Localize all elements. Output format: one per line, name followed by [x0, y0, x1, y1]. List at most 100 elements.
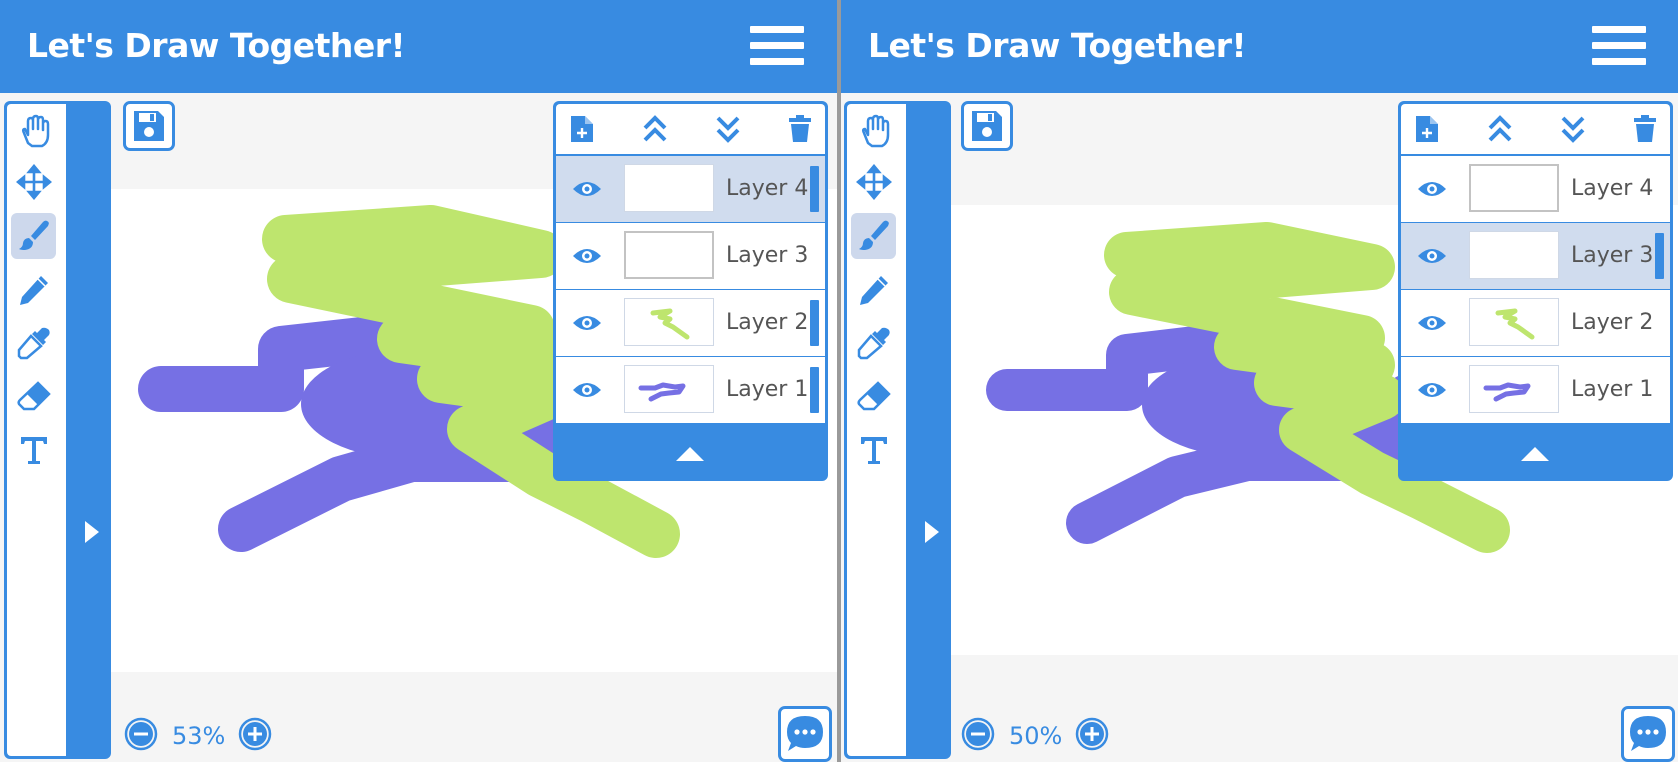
layer-row-2[interactable]: Layer 2 — [1401, 290, 1670, 356]
expand-toolbar-arrow-icon[interactable] — [922, 519, 942, 545]
layer-row-1[interactable]: Layer 1 — [1401, 357, 1670, 423]
move-layer-down-icon — [1561, 116, 1585, 143]
app-title: Let's Draw Together! — [27, 26, 406, 65]
move-layer-up-button[interactable] — [638, 112, 672, 146]
zoom-level: 50% — [1009, 722, 1063, 750]
delete-layer-button[interactable] — [783, 112, 817, 146]
text-tool[interactable] — [851, 427, 896, 473]
zoom-in-button[interactable] — [1075, 717, 1109, 751]
move-layer-up-icon — [1488, 115, 1512, 142]
move-arrows-icon — [15, 164, 52, 200]
hamburger-menu-icon[interactable] — [750, 26, 804, 66]
layer-thumbnail — [1469, 298, 1559, 346]
pencil-tool[interactable] — [11, 267, 56, 313]
delete-layer-icon — [1634, 115, 1656, 142]
layer-indicator — [810, 166, 819, 212]
layer-name: Layer 4 — [726, 176, 809, 201]
pencil-tool[interactable] — [851, 267, 896, 313]
paintbrush-icon — [858, 220, 889, 250]
text-icon — [860, 437, 887, 464]
eye-visibility-icon[interactable] — [572, 376, 602, 404]
layer-name: Layer 3 — [726, 243, 809, 268]
brush-tool[interactable] — [11, 213, 56, 259]
zoom-controls: 53% — [124, 717, 284, 753]
move-tool[interactable] — [11, 159, 56, 205]
eye-visibility-icon[interactable] — [572, 242, 602, 270]
save-button[interactable] — [961, 101, 1013, 151]
collapse-layers-arrow-icon[interactable] — [673, 443, 707, 465]
tool-list — [847, 104, 906, 756]
zoom-level: 53% — [172, 722, 226, 750]
layer-thumbnail — [624, 164, 714, 212]
pencil-icon — [859, 276, 888, 305]
move-tool[interactable] — [851, 159, 896, 205]
eye-visibility-icon[interactable] — [1417, 175, 1447, 203]
tool-sidebar — [4, 101, 111, 759]
layer-name: Layer 1 — [1571, 377, 1654, 402]
layer-row-2[interactable]: Layer 2 — [556, 290, 825, 356]
layers-toolbar — [1401, 104, 1670, 154]
eye-visibility-icon[interactable] — [1417, 376, 1447, 404]
chat-button[interactable] — [778, 706, 832, 762]
move-arrows-icon — [855, 164, 892, 200]
layer-thumbnail — [624, 365, 714, 413]
move-layer-up-button[interactable] — [1483, 112, 1517, 146]
eye-visibility-icon[interactable] — [572, 175, 602, 203]
zoom-out-button[interactable] — [961, 717, 995, 751]
drawing-app-panel-left: Let's Draw Together! Layer 4 Layer 3 Lay… — [0, 0, 837, 762]
delete-layer-button[interactable] — [1628, 112, 1662, 146]
new-layer-button[interactable] — [565, 112, 599, 146]
layer-thumbnail — [1469, 164, 1559, 212]
layer-row-4[interactable]: Layer 4 — [556, 156, 825, 222]
move-layer-down-button[interactable] — [1556, 112, 1590, 146]
eraser-tool[interactable] — [11, 374, 56, 420]
new-layer-icon — [1416, 116, 1438, 142]
new-layer-button[interactable] — [1410, 112, 1444, 146]
eyedropper-tool[interactable] — [11, 320, 56, 366]
layer-name: Layer 4 — [1571, 176, 1654, 201]
chat-bubble-icon — [1630, 716, 1666, 751]
layer-indicator — [1655, 233, 1664, 279]
eyedropper-icon — [17, 327, 50, 360]
tool-sidebar — [844, 101, 951, 759]
drawing-app-panel-right: Let's Draw Together! Layer 4 Layer 3 Lay… — [841, 0, 1678, 762]
zoom-out-button[interactable] — [124, 717, 158, 751]
paintbrush-icon — [18, 220, 49, 250]
eye-visibility-icon[interactable] — [1417, 242, 1447, 270]
text-tool[interactable] — [11, 427, 56, 473]
eraser-tool[interactable] — [851, 374, 896, 420]
pencil-icon — [19, 276, 48, 305]
layer-name: Layer 2 — [726, 310, 809, 335]
layer-name: Layer 3 — [1571, 243, 1654, 268]
save-button[interactable] — [123, 101, 175, 151]
hamburger-menu-icon[interactable] — [1592, 26, 1646, 66]
move-layer-down-button[interactable] — [711, 112, 745, 146]
delete-layer-icon — [789, 115, 811, 142]
hand-icon — [21, 114, 49, 148]
layer-thumbnail — [624, 298, 714, 346]
zoom-in-button[interactable] — [238, 717, 272, 751]
layer-row-1[interactable]: Layer 1 — [556, 357, 825, 423]
chat-button[interactable] — [1621, 706, 1675, 762]
save-floppy-icon — [972, 111, 1002, 141]
eye-visibility-icon[interactable] — [572, 309, 602, 337]
collapse-layers-arrow-icon[interactable] — [1518, 443, 1552, 465]
layer-row-3[interactable]: Layer 3 — [1401, 223, 1670, 289]
eraser-icon — [856, 381, 891, 411]
new-layer-icon — [571, 116, 593, 142]
app-title: Let's Draw Together! — [868, 26, 1247, 65]
app-header: Let's Draw Together! — [841, 0, 1678, 93]
zoom-controls: 50% — [961, 717, 1121, 753]
expand-toolbar-arrow-icon[interactable] — [82, 519, 102, 545]
layer-name: Layer 1 — [726, 377, 809, 402]
layers-panel: Layer 4 Layer 3 Layer 2 Layer 1 — [553, 101, 828, 481]
brush-tool[interactable] — [851, 213, 896, 259]
layer-row-3[interactable]: Layer 3 — [556, 223, 825, 289]
hand-tool[interactable] — [851, 108, 896, 154]
eyedropper-tool[interactable] — [851, 320, 896, 366]
hand-tool[interactable] — [11, 108, 56, 154]
layer-row-4[interactable]: Layer 4 — [1401, 156, 1670, 222]
layer-name: Layer 2 — [1571, 310, 1654, 335]
layer-indicator — [810, 367, 819, 413]
eye-visibility-icon[interactable] — [1417, 309, 1447, 337]
